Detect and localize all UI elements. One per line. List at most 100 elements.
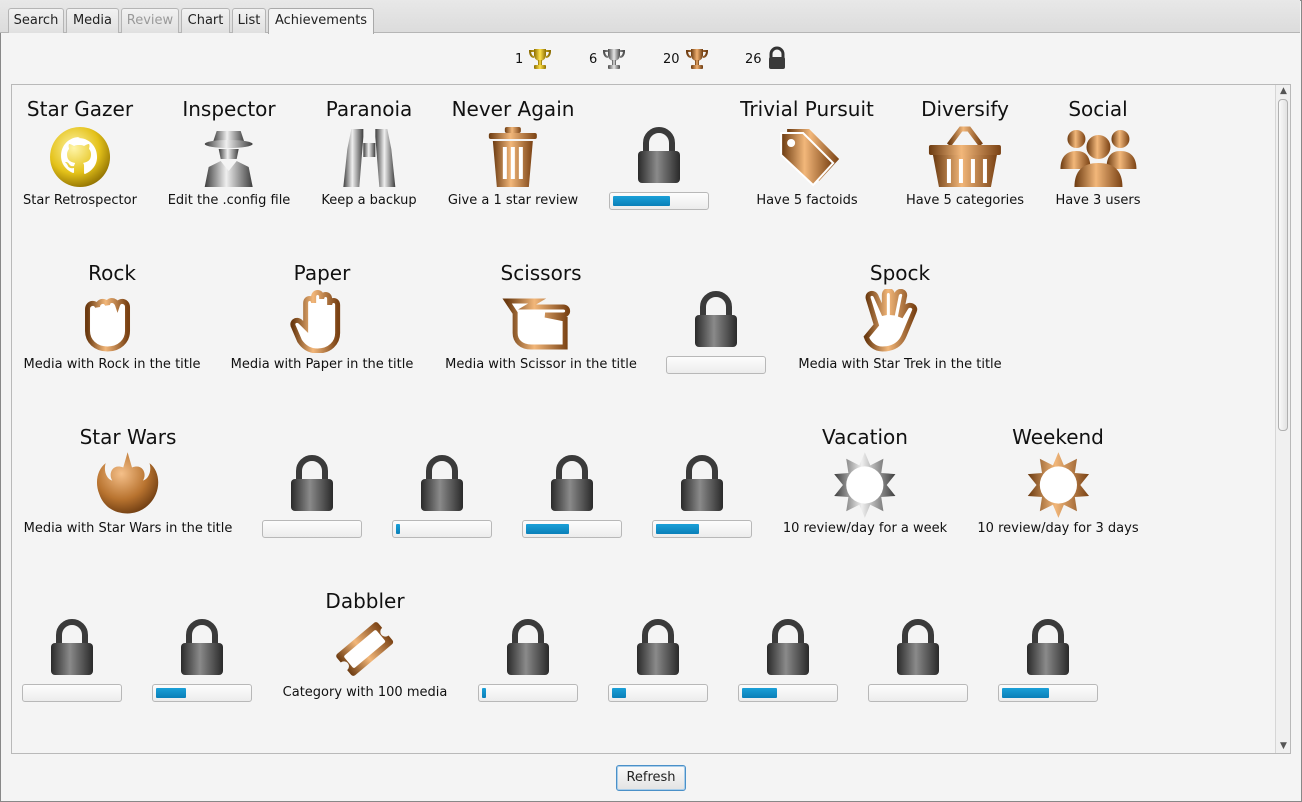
locked-achievement xyxy=(392,451,492,538)
silver-count: 6 xyxy=(589,51,598,67)
bronze-summary: 20 xyxy=(663,44,710,74)
gold-summary: 1 xyxy=(515,44,553,74)
rebel-alliance-icon xyxy=(88,452,168,517)
achievement-title: Star Gazer xyxy=(26,97,134,121)
tab-achievements[interactable]: Achievements xyxy=(268,8,374,34)
lock-icon xyxy=(1018,615,1078,679)
locked-achievement xyxy=(608,615,708,702)
progress-fill xyxy=(396,524,400,534)
silver-summary: 6 xyxy=(589,44,627,74)
achievement-desc: Star Retrospector xyxy=(23,193,137,208)
progress-bar xyxy=(998,684,1098,702)
progress-bar xyxy=(738,684,838,702)
bronze-trophy-icon xyxy=(685,49,708,69)
achievement-trivial-pursuit: Trivial Pursuit Have 5 factoids xyxy=(740,97,874,209)
bronze-count: 20 xyxy=(663,51,680,67)
lock-icon xyxy=(686,287,746,351)
achievement-star-gazer: Star Gazer Star Retrospector xyxy=(23,97,137,209)
achievement-desc: Media with Star Trek in the title xyxy=(798,357,1002,372)
achievement-paranoia: Paranoia Keep a backup xyxy=(321,97,416,209)
locked-summary: 26 xyxy=(745,44,788,74)
vertical-scrollbar[interactable]: ▲ ▼ xyxy=(1275,85,1290,753)
vulcan-hand-icon xyxy=(860,289,940,353)
scroll-down-arrow-icon[interactable]: ▼ xyxy=(1279,742,1288,751)
tab-chart[interactable]: Chart xyxy=(181,8,230,33)
locked-count: 26 xyxy=(745,51,762,67)
lock-icon xyxy=(542,451,602,515)
progress-bar xyxy=(666,356,766,374)
achievement-desc: Edit the .config file xyxy=(167,193,291,208)
refresh-button[interactable]: Refresh xyxy=(616,765,686,791)
achievement-rock: Rock Media with Rock in the title xyxy=(24,261,201,373)
achievement-title: Scissors xyxy=(500,261,582,285)
tab-search[interactable]: Search xyxy=(8,8,64,33)
achievement-title: Rock xyxy=(88,261,136,285)
lock-icon xyxy=(412,451,472,515)
achievement-desc: Have 5 categories xyxy=(905,193,1025,208)
trash-icon xyxy=(473,125,553,189)
locked-achievement xyxy=(522,451,622,538)
achievements-grid[interactable]: Star Gazer Star Retrospector Inspector E… xyxy=(11,84,1291,754)
progress-bar xyxy=(609,192,709,210)
tags-icon xyxy=(767,125,847,189)
locked-achievement xyxy=(609,123,709,210)
tab-media[interactable]: Media xyxy=(66,8,119,33)
ticket-icon xyxy=(325,617,405,681)
trophy-summary: 1 6 20 26 xyxy=(0,44,1302,74)
achievement-never-again: Never Again Give a 1 star review xyxy=(448,97,578,209)
progress-fill xyxy=(742,688,777,698)
lock-icon xyxy=(888,615,948,679)
achievement-social: Social Have 3 users xyxy=(1055,97,1140,209)
gold-trophy-icon xyxy=(529,49,552,69)
binoculars-icon xyxy=(329,125,409,189)
progress-fill xyxy=(613,196,671,206)
lock-icon xyxy=(282,451,342,515)
achievement-paper: Paper Media with Paper in the title xyxy=(231,261,414,373)
achievement-title: Inspector xyxy=(182,97,276,121)
scroll-up-arrow-icon[interactable]: ▲ xyxy=(1279,87,1288,96)
achievement-title: Social xyxy=(1068,97,1128,121)
achievement-desc: Have 3 users xyxy=(1055,193,1141,208)
spy-icon xyxy=(189,125,269,189)
locked-achievement xyxy=(262,451,362,538)
achievement-desc: Have 5 factoids xyxy=(756,193,858,208)
fist-icon xyxy=(72,289,152,353)
achievement-scissors: Scissors Media with Scissor in the title xyxy=(445,261,637,373)
achievement-desc: 10 review/day for a week xyxy=(782,521,948,536)
lock-icon xyxy=(628,615,688,679)
achievement-desc: Media with Star Wars in the title xyxy=(23,521,233,536)
tab-list[interactable]: List xyxy=(232,8,266,33)
locked-achievement xyxy=(652,451,752,538)
locked-achievement xyxy=(152,615,252,702)
achievement-dabbler: Dabbler Category with 100 media xyxy=(283,589,448,701)
progress-bar xyxy=(22,684,122,702)
tab-review: Review xyxy=(121,8,179,33)
progress-bar xyxy=(522,520,622,538)
achievement-desc: Category with 100 media xyxy=(282,685,448,700)
progress-fill xyxy=(482,688,486,698)
progress-fill xyxy=(156,688,187,698)
progress-bar xyxy=(152,684,252,702)
locked-achievement xyxy=(666,287,766,374)
gold-count: 1 xyxy=(515,51,524,67)
progress-bar xyxy=(392,520,492,538)
locked-achievement xyxy=(478,615,578,702)
locked-achievement xyxy=(738,615,838,702)
scissors-hand-icon xyxy=(501,289,581,353)
achievement-vacation: Vacation 10 review/day for a week xyxy=(783,425,947,537)
open-hand-icon xyxy=(282,289,362,353)
achievement-desc: Media with Rock in the title xyxy=(23,357,201,372)
lock-icon xyxy=(672,451,732,515)
lock-icon xyxy=(758,615,818,679)
scroll-thumb[interactable] xyxy=(1278,99,1288,431)
locked-achievement xyxy=(22,615,122,702)
achievement-desc: Keep a backup xyxy=(321,193,417,208)
achievement-weekend: Weekend 10 review/day for 3 days xyxy=(977,425,1138,537)
locked-achievement xyxy=(868,615,968,702)
progress-fill xyxy=(656,524,700,534)
tab-bar: Search Media Review Chart List Achieveme… xyxy=(0,0,1300,34)
achievement-title: Never Again xyxy=(451,97,575,121)
achievement-desc: Give a 1 star review xyxy=(447,193,579,208)
users-icon xyxy=(1058,125,1138,189)
sun-icon xyxy=(1018,452,1098,518)
